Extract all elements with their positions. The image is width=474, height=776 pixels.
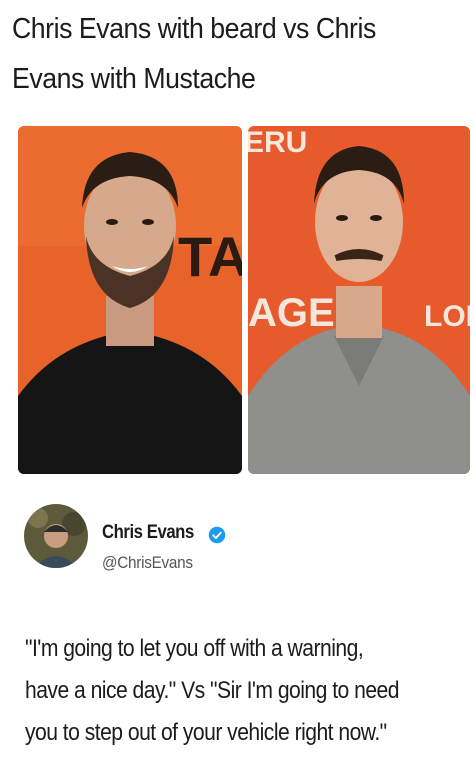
author-handle[interactable]: @ChrisEvans <box>102 553 193 573</box>
tweet-text: "I'm going to let you off with a warning… <box>25 628 439 754</box>
tweet-line-1: "I'm going to let you off with a warning… <box>25 635 364 662</box>
caption-line-2: Evans with Mustache <box>12 63 256 95</box>
author-name[interactable]: Chris Evans <box>102 522 194 544</box>
photo-mustache: ERU AGE LOBE <box>248 126 470 474</box>
backdrop-text-top: ERU <box>248 126 307 159</box>
backdrop-text-right: LOBE <box>424 300 470 333</box>
backdrop-text-mid: AGE <box>248 291 335 335</box>
photo-beard: TAG <box>18 126 242 474</box>
caption-line-1: Chris Evans with beard vs Chris <box>12 13 376 45</box>
backdrop-text-left: TAG <box>178 225 242 288</box>
verified-badge-icon <box>208 526 226 544</box>
photo-mustache-image: ERU AGE LOBE <box>248 126 470 474</box>
author-avatar[interactable] <box>24 504 88 568</box>
avatar-image <box>24 504 88 568</box>
tweet-line-2: have a nice day." Vs "Sir I'm going to n… <box>25 677 400 704</box>
meme-caption: Chris Evans with beard vs Chris Evans wi… <box>12 4 426 104</box>
photo-beard-image: TAG <box>18 126 242 474</box>
tweet-line-3: you to step out of your vehicle right no… <box>25 719 387 746</box>
